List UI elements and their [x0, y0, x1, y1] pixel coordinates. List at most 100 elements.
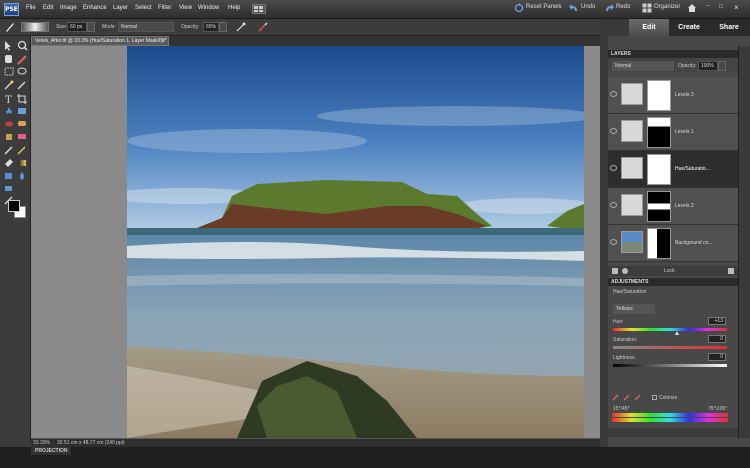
close-document-icon[interactable]: × [161, 37, 166, 44]
eyedropper-icons[interactable] [612, 393, 648, 401]
spot-healing-tool-icon [18, 121, 26, 126]
layer-mask-thumbnail[interactable] [647, 154, 671, 185]
layer-row-selected[interactable]: Hue/Saturatio... [608, 151, 738, 188]
menu-filter[interactable]: Filter [158, 5, 171, 11]
lasso-tool-icon [17, 67, 27, 75]
blend-mode-select[interactable]: Normal [612, 61, 674, 71]
mode-tabs: Edit Create Share [629, 19, 750, 36]
colorize-label: Colorize [659, 395, 678, 401]
layer-mask-thumbnail[interactable] [647, 117, 671, 148]
document-tab[interactable]: Velvis_After.tif @ 33.3% (Hue/Saturation… [31, 36, 169, 46]
project-bin-tab[interactable]: PROJECTION [31, 447, 71, 455]
layer-name[interactable]: Hue/Saturatio... [675, 166, 710, 172]
minimize-button[interactable]: – [706, 3, 709, 9]
visibility-eye-icon[interactable] [610, 128, 617, 134]
layer-name[interactable]: Levels 3 [675, 92, 694, 98]
opacity-field[interactable]: 65% [203, 22, 219, 32]
layers-opacity-field[interactable]: 100% [698, 61, 718, 71]
visibility-eye-icon[interactable] [610, 239, 617, 245]
tab-edit[interactable]: Edit [629, 19, 669, 36]
layer-row[interactable]: Levels 3 [608, 77, 738, 114]
redo-button[interactable]: Redo [616, 4, 630, 10]
lightness-label: Lightness: [613, 355, 636, 361]
panel-scrollbar[interactable] [738, 46, 750, 438]
layer-mask-thumbnail[interactable] [647, 80, 671, 111]
organizer-icon [642, 3, 652, 13]
visibility-eye-icon[interactable] [610, 91, 617, 97]
visibility-eye-icon[interactable] [610, 202, 617, 208]
layer-name[interactable]: Levels 2 [675, 203, 694, 209]
layer-name[interactable]: Levels 1 [675, 129, 694, 135]
undo-button[interactable]: Undo [581, 4, 595, 10]
grid-icon [254, 6, 263, 12]
layer-row[interactable]: Levels 2 [608, 188, 738, 225]
mode-select[interactable]: Normal [118, 22, 174, 32]
menu-layer[interactable]: Layer [113, 5, 128, 11]
hand-tool-icon [5, 55, 12, 63]
hue-slider-thumb[interactable] [675, 331, 679, 335]
layer-name[interactable]: Background co... [675, 240, 713, 246]
new-layer-icon[interactable] [612, 268, 618, 274]
reset-panels-button[interactable]: Reset Panels [526, 4, 562, 10]
visibility-eye-icon[interactable] [610, 165, 617, 171]
hue-field[interactable]: +13 [708, 317, 726, 325]
layer-mask-thumbnail[interactable] [647, 191, 671, 222]
brush-tool-icon [4, 146, 13, 155]
maximize-button[interactable]: □ [719, 4, 723, 10]
saturation-field[interactable]: 0 [708, 335, 726, 343]
lightness-field[interactable]: 0 [708, 353, 726, 361]
tab-share[interactable]: Share [709, 19, 749, 36]
colorize-checkbox[interactable] [652, 395, 657, 400]
status-bar: 33.33% 32.51 cm x 48.77 cm (240 ppi) [31, 438, 600, 447]
size-field[interactable]: 60 px [67, 22, 87, 32]
blur-tool-icon [20, 172, 24, 180]
panel-collapse-strip[interactable] [600, 36, 608, 447]
smart-brush-tool-icon [17, 146, 26, 155]
lightness-slider[interactable] [613, 364, 727, 367]
brush-preset-icon[interactable] [4, 21, 16, 33]
zoom-readout[interactable]: 33.33% [33, 440, 50, 446]
red-eye-tool-icon [5, 121, 13, 127]
color-range-bar-bottom[interactable] [612, 418, 728, 422]
image-canvas[interactable] [127, 46, 584, 438]
home-icon[interactable] [687, 3, 697, 13]
lock-label: Lock: [664, 268, 676, 274]
trash-icon[interactable] [728, 268, 734, 274]
menu-help[interactable]: Help [228, 5, 240, 11]
paint-bucket-tool-icon [5, 159, 13, 167]
brush-preview[interactable] [21, 22, 49, 32]
levels-adjustment-icon [621, 83, 643, 105]
tablet-options-icon[interactable] [258, 22, 268, 32]
eraser-tool-icon [18, 134, 26, 139]
channel-select[interactable]: Yellows [613, 304, 655, 314]
menu-image[interactable]: Image [60, 5, 77, 11]
adjustment-layer-icon[interactable] [622, 268, 628, 274]
adjustments-subtitle: Hue/Saturation [613, 289, 647, 295]
tab-create[interactable]: Create [669, 19, 709, 36]
reset-panels-icon [514, 3, 524, 13]
workspace-menu[interactable] [252, 4, 266, 14]
menu-enhance[interactable]: Enhance [83, 5, 107, 11]
hue-slider[interactable] [613, 328, 727, 331]
opacity-dropdown[interactable] [219, 22, 227, 32]
range-left-readout: 15°/45° [613, 406, 630, 412]
menu-edit[interactable]: Edit [43, 5, 53, 11]
type-tool-icon: T [5, 95, 12, 106]
menu-bar: PSE File Edit Image Enhance Layer Select… [0, 0, 750, 19]
layer-row[interactable]: Background co... [608, 225, 738, 262]
size-dropdown[interactable] [87, 22, 95, 32]
menu-file[interactable]: File [26, 5, 36, 11]
menu-view[interactable]: View [179, 5, 192, 11]
menu-select[interactable]: Select [135, 5, 152, 11]
layer-mask-thumbnail[interactable] [647, 228, 671, 259]
seascape-photo [127, 46, 584, 438]
airbrush-icon[interactable] [236, 22, 246, 32]
layers-panel-title: LAYERS [611, 51, 631, 57]
menu-window[interactable]: Window [198, 5, 219, 11]
layer-row[interactable]: Levels 1 [608, 114, 738, 151]
close-button[interactable]: × [734, 3, 739, 12]
organizer-button[interactable]: Organizer [654, 4, 680, 10]
saturation-slider[interactable] [613, 346, 727, 349]
toolbox-tools: T [4, 40, 28, 205]
layers-opacity-dropdown[interactable] [718, 61, 726, 71]
